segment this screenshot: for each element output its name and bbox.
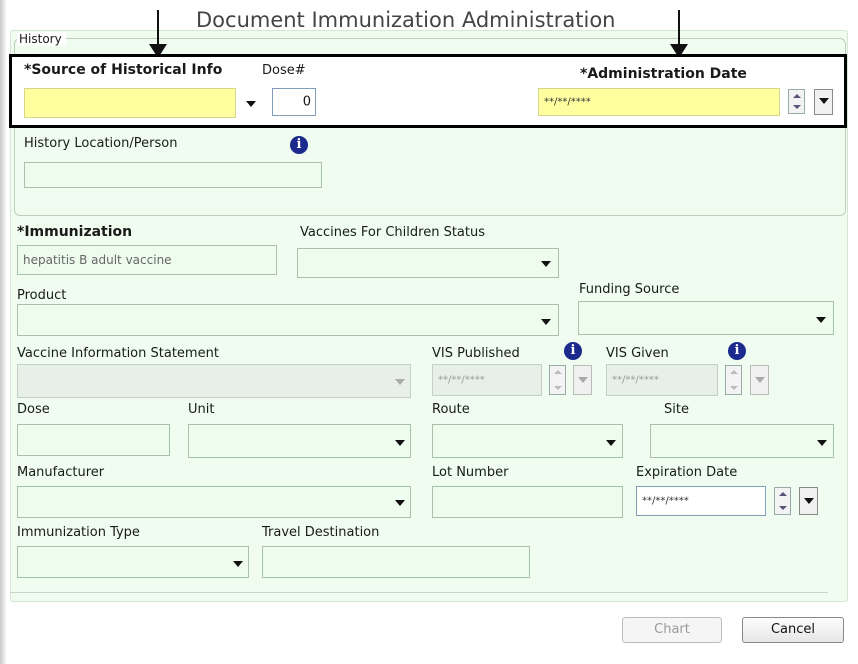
spinner-icon[interactable]: [725, 365, 742, 395]
vis-published-label: VIS Published: [432, 346, 520, 361]
spinner-icon[interactable]: [774, 487, 791, 515]
calendar-dropdown-button[interactable]: [750, 365, 769, 395]
chevron-down-icon[interactable]: [541, 261, 551, 267]
route-select[interactable]: [432, 424, 623, 458]
manufacturer-select[interactable]: [17, 486, 411, 518]
funding-source-select[interactable]: [578, 301, 834, 335]
product-select[interactable]: [17, 304, 559, 336]
site-select[interactable]: [650, 424, 834, 458]
chevron-down-icon: [755, 377, 765, 383]
cancel-button[interactable]: Cancel: [742, 617, 844, 643]
vis-given-label: VIS Given: [606, 346, 669, 361]
manufacturer-label: Manufacturer: [17, 465, 105, 480]
admin-date-label: *Administration Date: [580, 66, 747, 82]
travel-destination-input[interactable]: [262, 546, 530, 578]
chevron-down-icon[interactable]: [395, 440, 405, 446]
vis-given-input[interactable]: **/**/****: [606, 364, 718, 396]
expiration-date-label: Expiration Date: [636, 465, 738, 480]
chevron-down-icon: [819, 98, 829, 104]
vis-label: Vaccine Information Statement: [17, 346, 219, 361]
dose-label: Dose: [17, 402, 50, 417]
vfc-status-select[interactable]: [297, 248, 559, 278]
info-icon[interactable]: i: [728, 342, 746, 360]
arrow-down-icon: [669, 10, 689, 58]
lot-number-label: Lot Number: [432, 465, 509, 480]
dose-input[interactable]: [17, 424, 170, 456]
history-legend: History: [17, 32, 66, 46]
unit-label: Unit: [188, 402, 215, 417]
travel-destination-label: Travel Destination: [262, 525, 380, 540]
chevron-down-icon[interactable]: [395, 500, 405, 506]
immunization-type-select[interactable]: [17, 546, 249, 578]
calendar-dropdown-button[interactable]: [814, 89, 833, 115]
window-left-edge: [0, 0, 6, 664]
dose-number-label: Dose#: [262, 63, 306, 78]
chevron-down-icon[interactable]: [541, 319, 551, 325]
spinner-icon[interactable]: [788, 89, 805, 114]
product-label: Product: [17, 288, 67, 303]
immunization-input[interactable]: hepatitis B adult vaccine: [17, 245, 277, 275]
info-icon[interactable]: i: [564, 342, 582, 360]
calendar-dropdown-button[interactable]: [799, 487, 818, 515]
chevron-down-icon[interactable]: [816, 317, 826, 323]
bottom-divider: [10, 592, 828, 593]
chevron-down-icon: [804, 498, 814, 504]
lot-number-input[interactable]: [432, 486, 623, 518]
vfc-status-label: Vaccines For Children Status: [300, 225, 485, 240]
chevron-down-icon[interactable]: [606, 440, 616, 446]
chevron-down-icon[interactable]: [233, 561, 243, 567]
funding-source-label: Funding Source: [579, 282, 680, 297]
vis-published-input[interactable]: **/**/****: [432, 364, 542, 396]
unit-select[interactable]: [188, 424, 411, 458]
history-location-input[interactable]: [24, 162, 322, 188]
route-label: Route: [432, 402, 470, 417]
immunization-label: *Immunization: [17, 224, 133, 240]
info-icon[interactable]: i: [290, 136, 308, 154]
calendar-dropdown-button[interactable]: [573, 365, 592, 395]
arrow-down-icon: [148, 10, 168, 58]
expiration-date-input[interactable]: **/**/****: [636, 486, 766, 516]
chevron-down-icon[interactable]: [395, 379, 405, 385]
chevron-down-icon[interactable]: [817, 440, 827, 446]
dose-number-input[interactable]: 0: [272, 88, 316, 116]
immunization-type-label: Immunization Type: [17, 525, 140, 540]
site-label: Site: [664, 402, 689, 417]
chevron-down-icon: [578, 377, 588, 383]
source-label: *Source of Historical Info: [24, 62, 223, 78]
chevron-down-icon[interactable]: [246, 101, 256, 107]
source-select[interactable]: [24, 88, 236, 118]
vis-select[interactable]: [17, 364, 411, 398]
admin-date-input[interactable]: **/**/****: [538, 88, 780, 116]
spinner-icon[interactable]: [549, 365, 566, 395]
history-location-label: History Location/Person: [24, 136, 178, 151]
chart-button[interactable]: Chart: [622, 617, 722, 643]
dialog-title: Document Immunization Administration: [196, 8, 616, 32]
